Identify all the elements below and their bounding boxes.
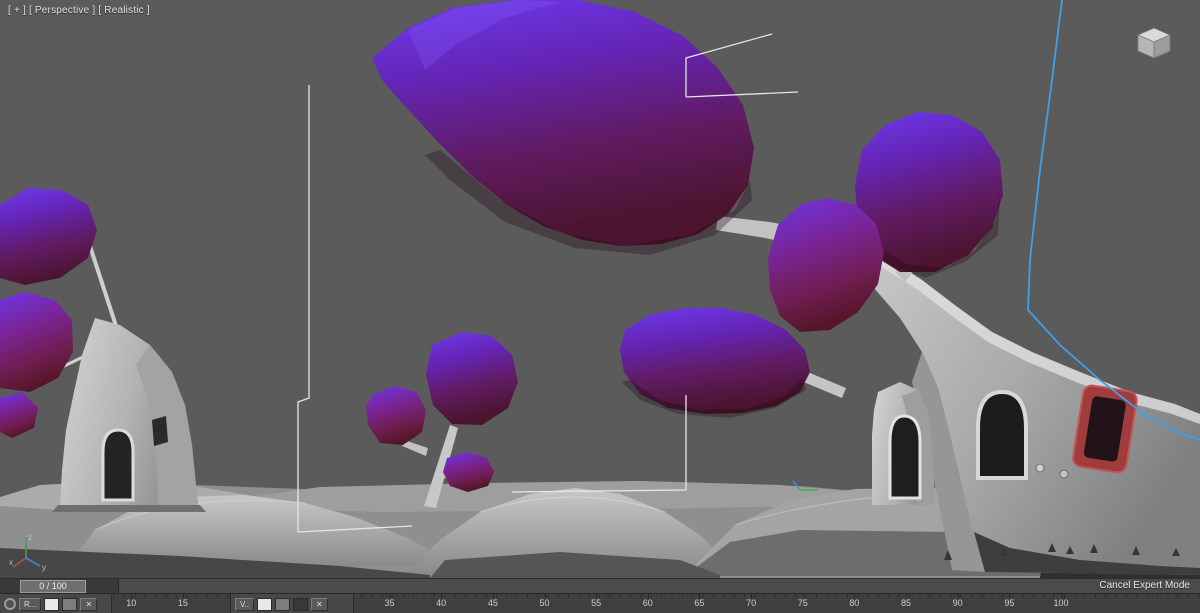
cancel-expert-mode-button[interactable]: Cancel Expert Mode [1099, 580, 1190, 591]
viewport-menu-shading[interactable]: [ Realistic ] [98, 5, 150, 16]
viewport-menu-general[interactable]: [ + ] [8, 5, 26, 16]
timeline-tick-95: 95 [1004, 594, 1015, 608]
timeline-tick-35: 35 [384, 594, 395, 608]
statusbar-center-cluster: V.. ✕ [230, 594, 354, 613]
timeline-tick-60: 60 [642, 594, 653, 608]
timeline-tick-80: 80 [849, 594, 860, 608]
timeline-tick-40: 40 [436, 594, 447, 608]
structure-arch-door [976, 389, 1028, 480]
tree-left-door [101, 428, 135, 502]
viewport-3d[interactable]: [ + ][ Perspective ][ Realistic ] z x y [0, 0, 1200, 578]
axis-label-z: z [28, 533, 32, 542]
viewcube[interactable] [1134, 22, 1174, 62]
timeline-tick-10: 10 [126, 594, 137, 608]
timeline-tick-65: 65 [694, 594, 705, 608]
timeline-tick-15: 15 [177, 594, 188, 608]
timeline-ruler[interactable]: 10 15 35 40 45 50 55 60 65 70 75 80 85 90 95 100 R... ✕… [0, 593, 1200, 613]
timeline-tick-75: 75 [797, 594, 808, 608]
statusbar-field-dark[interactable] [293, 597, 309, 611]
axis-label-x: x [9, 558, 13, 567]
timeline-tick-50: 50 [539, 594, 550, 608]
door-stone [1035, 463, 1045, 473]
statusbar-field-white[interactable] [257, 597, 273, 611]
statusbar-field-gray[interactable] [62, 597, 78, 611]
axis-label-y: y [42, 563, 46, 572]
statusbar-field-gray2[interactable] [275, 597, 291, 611]
timeline-tick-55: 55 [591, 594, 602, 608]
timeline-tick-100: 100 [1053, 594, 1069, 608]
tree-center-door [888, 414, 922, 500]
world-axis-tripod: z x y [9, 533, 46, 572]
statusbar-center-close-button[interactable]: ✕ [311, 597, 328, 611]
tree-small-foliage [443, 452, 494, 492]
max-window: [ + ][ Perspective ][ Realistic ] z x y … [0, 0, 1200, 613]
timeline-tick-85: 85 [901, 594, 912, 608]
statusbar-left-button[interactable]: R... [19, 597, 42, 611]
viewport-menu-pov[interactable]: [ Perspective ] [29, 5, 95, 16]
time-slider-row: 0 / 100 Cancel Expert Mode [0, 578, 1200, 593]
viewport-label: [ + ][ Perspective ][ Realistic ] [8, 5, 153, 16]
door-stone [1059, 469, 1069, 479]
timeline-tick-45: 45 [487, 594, 498, 608]
timeline-tick-90: 90 [952, 594, 963, 608]
red-door [1072, 384, 1138, 474]
record-circle-icon[interactable] [4, 598, 16, 610]
mini-listener-field[interactable] [44, 597, 60, 611]
time-slider-handle[interactable]: 0 / 100 [20, 580, 86, 593]
timeline-tick-70: 70 [746, 594, 757, 608]
statusbar-left-cluster: R... ✕ [0, 594, 112, 613]
statusbar-center-button[interactable]: V.. [235, 597, 255, 611]
statusbar-left-close-button[interactable]: ✕ [80, 597, 98, 611]
time-slider[interactable]: 0 / 100 [0, 579, 119, 593]
scene-canvas[interactable] [0, 0, 1200, 578]
